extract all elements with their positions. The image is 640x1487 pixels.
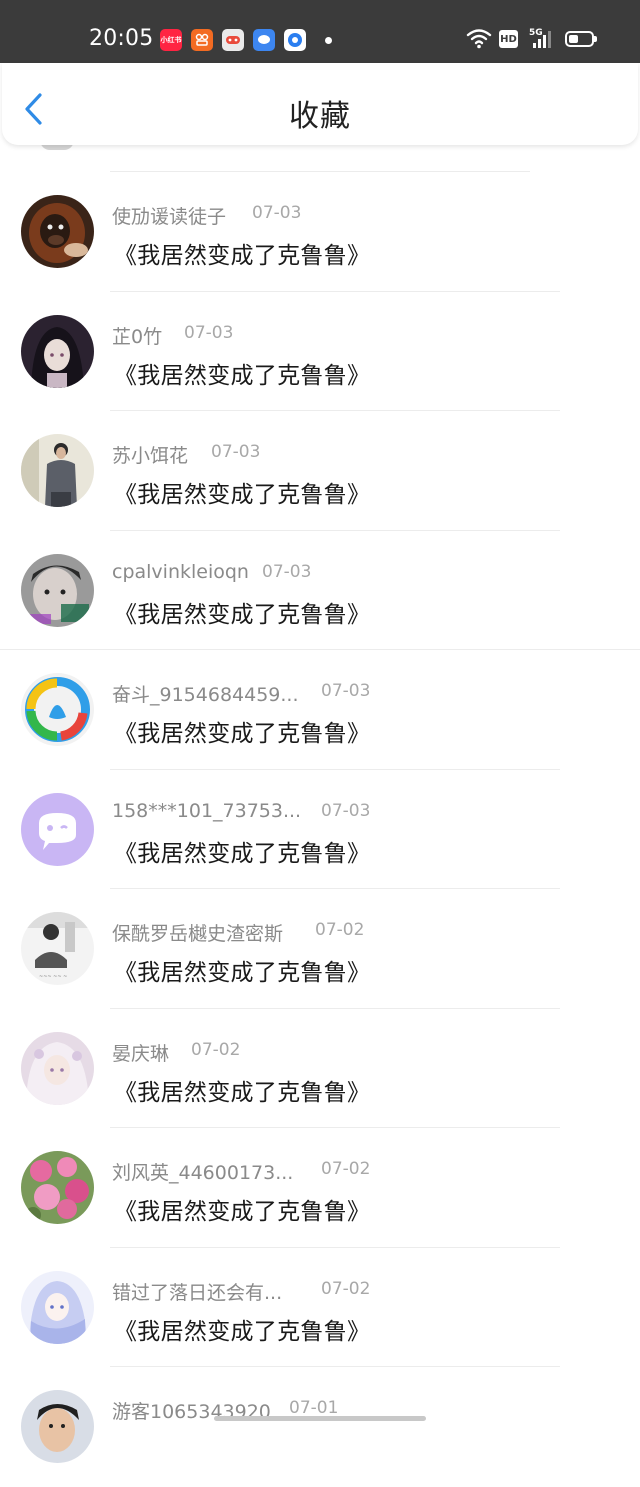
item-date: 07-02 [191, 1039, 241, 1060]
avatar[interactable]: ~~~ ~~ ~ [21, 912, 94, 985]
book-title[interactable]: 《我居然变成了克鲁鲁》 [114, 236, 370, 270]
item-meta: 使劢谖读徒子 07-03 [112, 202, 301, 229]
item-meta: 苏小饵花 07-03 [112, 441, 260, 468]
avatar[interactable] [21, 673, 94, 746]
avatar[interactable] [21, 792, 94, 866]
username[interactable]: 刘风英_44600173... [112, 1162, 293, 1184]
item-date: 07-02 [321, 1278, 371, 1299]
svg-text:~~~ ~~ ~: ~~~ ~~ ~ [39, 974, 67, 980]
item-meta: 晏庆琳 07-02 [112, 1039, 240, 1066]
list-item[interactable]: 苏小饵花 07-03 《我居然变成了克鲁鲁》 [0, 411, 640, 531]
avatar[interactable] [21, 553, 94, 627]
item-date: 07-02 [321, 1159, 371, 1179]
circle-app-icon [284, 29, 306, 51]
username[interactable]: 奋斗_9154684459... [112, 684, 299, 706]
item-meta: 错过了落日还会有... 07-02 [112, 1278, 370, 1305]
status-time: 20:05 [89, 26, 154, 51]
item-meta: 刘风英_44600173... 07-02 [112, 1158, 370, 1185]
favorites-list: 使劢谖读徒子 07-03 《我居然变成了克鲁鲁》 芷0竹 07-03 《我居然变成了克鲁鲁… [0, 172, 640, 1487]
app-orange-icon [191, 29, 213, 51]
list-item[interactable]: 使劢谖读徒子 07-03 《我居然变成了克鲁鲁》 [0, 172, 640, 292]
item-meta: cpalvinkleioqn 07-03 [112, 561, 311, 583]
avatar[interactable] [21, 1031, 94, 1105]
item-meta: 芷0竹 07-03 [112, 322, 233, 349]
list-item[interactable]: 晏庆琳 07-02 《我居然变成了克鲁鲁》 [0, 1009, 640, 1128]
username[interactable]: 苏小饵花 [112, 445, 188, 467]
item-meta: 158***101_73753... 07-03 [112, 800, 370, 822]
list-item[interactable]: 芷0竹 07-03 《我居然变成了克鲁鲁》 [0, 292, 640, 411]
avatar[interactable] [21, 434, 94, 507]
item-date: 07-02 [315, 920, 365, 940]
list-item[interactable]: cpalvinkleioqn 07-03 《我居然变成了克鲁鲁》 [0, 531, 640, 650]
username[interactable]: 芷0竹 [112, 326, 162, 348]
avatar[interactable] [21, 1270, 94, 1344]
book-title[interactable]: 《我居然变成了克鲁鲁》 [114, 595, 370, 629]
top-nav-bar: 收藏 [2, 63, 638, 145]
book-title[interactable]: 《我居然变成了克鲁鲁》 [114, 834, 370, 868]
notification-dot [325, 37, 332, 44]
item-date: 07-01 [289, 1398, 339, 1418]
status-bar: 20:05 小红书 HD 5G [0, 0, 640, 63]
list-item[interactable]: 奋斗_9154684459... 07-03 《我居然变成了克鲁鲁》 [0, 650, 640, 770]
battery-icon [565, 31, 597, 47]
item-date: 07-03 [321, 800, 371, 821]
username[interactable]: 错过了落日还会有... [112, 1282, 282, 1304]
username[interactable]: 158***101_73753... [112, 800, 301, 822]
item-meta: 保酰罗岳樾史渣密斯 07-02 [112, 919, 364, 946]
avatar[interactable] [21, 314, 94, 388]
book-title[interactable]: 《我居然变成了克鲁鲁》 [114, 714, 370, 748]
avatar[interactable] [21, 1390, 94, 1463]
item-date: 07-03 [262, 561, 312, 582]
book-title[interactable]: 《我居然变成了克鲁鲁》 [114, 1192, 370, 1226]
book-title[interactable]: 《我居然变成了克鲁鲁》 [114, 1312, 370, 1346]
item-date: 07-03 [252, 203, 302, 223]
game-controller-icon [222, 29, 244, 51]
username[interactable]: 晏庆琳 [112, 1043, 169, 1065]
avatar[interactable] [21, 195, 94, 268]
list-item[interactable]: ~~~ ~~ ~ 保酰罗岳樾史渣密斯 07-02 《我居然变成了克鲁鲁》 [0, 889, 640, 1009]
item-date: 07-03 [211, 442, 261, 462]
list-item[interactable]: 158***101_73753... 07-03 《我居然变成了克鲁鲁》 [0, 770, 640, 889]
home-indicator[interactable] [214, 1416, 426, 1421]
list-item[interactable]: 游客1065343920 07-01 [0, 1367, 640, 1487]
username[interactable]: cpalvinkleioqn [112, 561, 249, 583]
book-title[interactable]: 《我居然变成了克鲁鲁》 [114, 953, 370, 987]
page-title: 收藏 [289, 99, 351, 134]
book-title[interactable]: 《我居然变成了克鲁鲁》 [114, 1073, 370, 1107]
item-date: 07-03 [184, 322, 234, 343]
item-meta: 奋斗_9154684459... 07-03 [112, 680, 370, 707]
book-title[interactable]: 《我居然变成了克鲁鲁》 [114, 356, 370, 390]
chat-bubble-icon [253, 29, 275, 51]
wifi-icon [466, 29, 492, 49]
xiaohongshu-icon: 小红书 [160, 29, 182, 51]
item-date: 07-03 [321, 681, 371, 701]
list-item[interactable]: 刘风英_44600173... 07-02 《我居然变成了克鲁鲁》 [0, 1128, 640, 1248]
username[interactable]: 使劢谖读徒子 [112, 206, 226, 228]
list-item[interactable]: 错过了落日还会有... 07-02 《我居然变成了克鲁鲁》 [0, 1248, 640, 1367]
username[interactable]: 保酰罗岳樾史渣密斯 [112, 923, 283, 945]
hd-icon: HD [499, 30, 518, 48]
avatar[interactable] [21, 1151, 94, 1224]
book-title[interactable]: 《我居然变成了克鲁鲁》 [114, 475, 370, 509]
signal-icon [533, 31, 551, 48]
